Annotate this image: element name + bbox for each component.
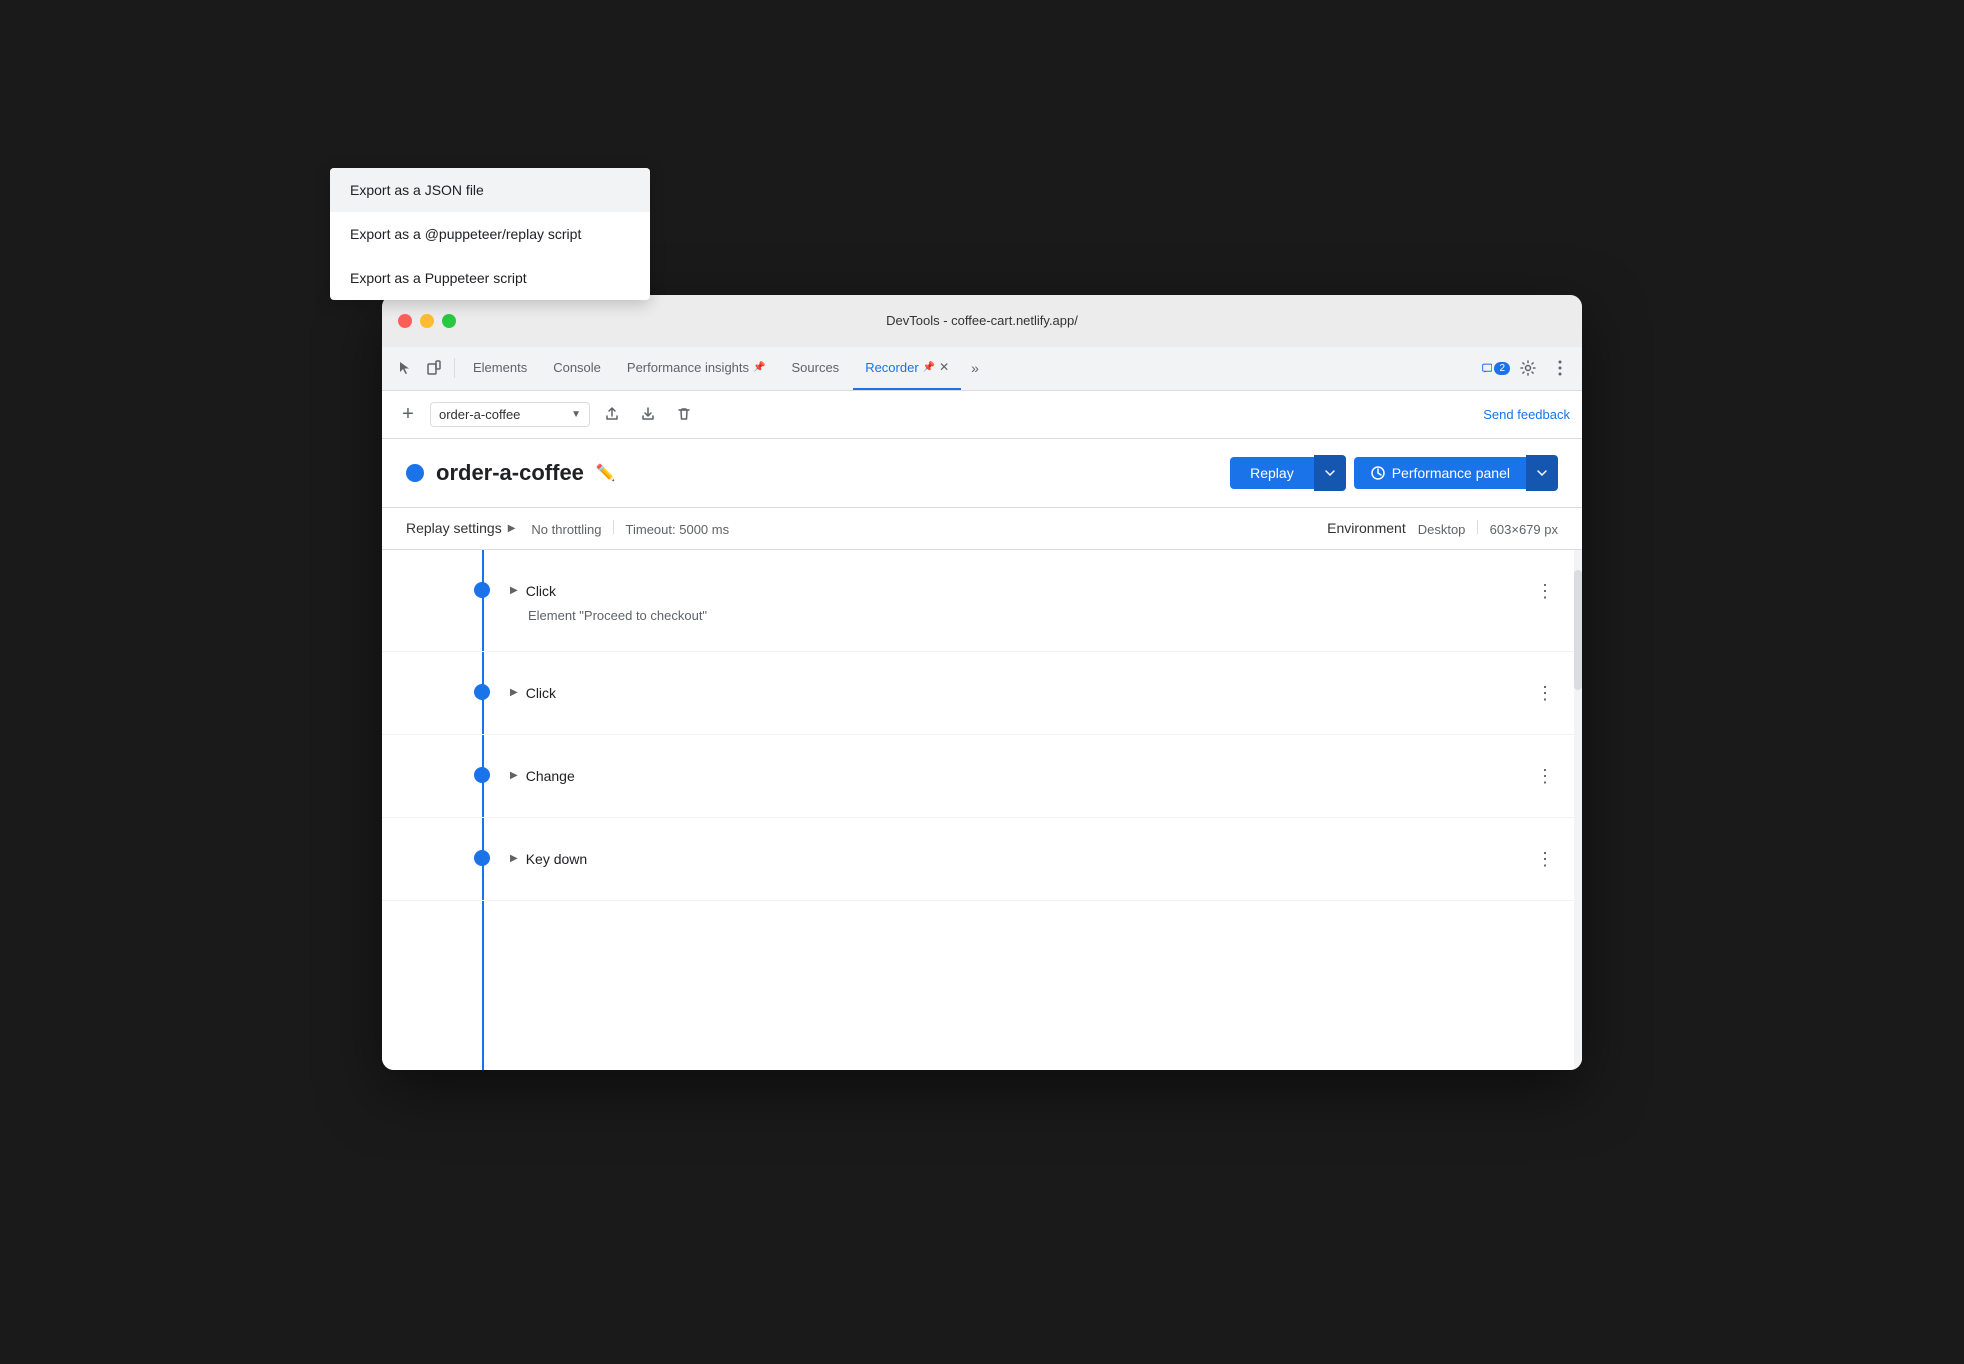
step-2: ▶ Click ⋮	[382, 652, 1582, 735]
recording-name: order-a-coffee	[439, 407, 565, 422]
performance-panel-button-group: Performance panel	[1354, 455, 1558, 491]
main-header: order-a-coffee ✏️ Replay	[382, 439, 1582, 508]
tab-more[interactable]: »	[963, 360, 987, 376]
scrollbar[interactable]	[1574, 550, 1582, 1070]
delete-button[interactable]	[670, 400, 698, 428]
step-dot-4	[474, 850, 490, 866]
performance-panel-button[interactable]: Performance panel	[1354, 457, 1526, 489]
replay-settings-toggle[interactable]: Replay settings ▶	[406, 520, 515, 536]
import-button[interactable]	[634, 400, 662, 428]
recording-selector[interactable]: order-a-coffee ▼	[430, 402, 590, 427]
cursor-icon[interactable]	[390, 354, 418, 382]
environment-label: Environment	[1327, 520, 1406, 536]
step-more-4[interactable]: ⋮	[1532, 846, 1558, 872]
scrollbar-thumb[interactable]	[1574, 570, 1582, 690]
tab-performance-insights[interactable]: Performance insights 📌	[615, 346, 778, 390]
replay-button[interactable]: Replay	[1230, 457, 1314, 489]
performance-panel-dropdown-button[interactable]	[1526, 455, 1558, 491]
step-dot-1	[474, 582, 490, 598]
step-header-4: ▶ Key down ⋮	[510, 846, 1558, 872]
maximize-button[interactable]	[442, 314, 456, 328]
step-dot-2	[474, 684, 490, 700]
replay-dropdown-button[interactable]	[1314, 455, 1346, 491]
step-content-4: ▶ Key down ⋮	[510, 846, 1558, 872]
traffic-lights	[398, 314, 456, 328]
window-title: DevTools - coffee-cart.netlify.app/	[886, 313, 1078, 328]
messages-badge: 2	[1494, 362, 1510, 375]
messages-button[interactable]: 2	[1482, 354, 1510, 382]
minimize-button[interactable]	[420, 314, 434, 328]
throttling-info: No throttling Timeout: 5000 ms	[531, 520, 729, 537]
step-content-2: ▶ Click ⋮	[510, 680, 1558, 706]
step-expand-3[interactable]: ▶	[510, 770, 518, 781]
environment-details: Desktop 603×679 px	[1418, 520, 1558, 537]
more-options-button[interactable]	[1546, 354, 1574, 382]
tab-elements[interactable]: Elements	[461, 346, 539, 390]
steps-container: ▶ Click ⋮ Element "Proceed to checkout" …	[382, 550, 1582, 1070]
step-content-3: ▶ Change ⋮	[510, 763, 1558, 789]
tab-right-actions: 2	[1482, 354, 1574, 382]
header-actions: Replay Performance panel	[1230, 455, 1558, 491]
step-name-3: Change	[526, 768, 575, 784]
tab-sources[interactable]: Sources	[779, 346, 851, 390]
close-button[interactable]	[398, 314, 412, 328]
pin-icon-perf: 📌	[753, 362, 765, 373]
recording-title: order-a-coffee	[436, 460, 584, 486]
step-expand-4[interactable]: ▶	[510, 853, 518, 864]
devtools-tab-bar: Elements Console Performance insights 📌 …	[382, 347, 1582, 391]
step-content-1: ▶ Click ⋮ Element "Proceed to checkout"	[510, 578, 1558, 623]
step-dot-3	[474, 767, 490, 783]
tab-recorder[interactable]: Recorder 📌 ✕	[853, 346, 961, 390]
step-name-4: Key down	[526, 851, 587, 867]
tab-console[interactable]: Console	[541, 346, 613, 390]
step-expand-1[interactable]: ▶	[510, 585, 518, 596]
selector-dropdown-arrow: ▼	[571, 409, 581, 420]
replay-settings-label: Replay settings	[406, 520, 502, 536]
tab-divider-1	[454, 358, 455, 378]
step-more-2[interactable]: ⋮	[1532, 680, 1558, 706]
env-divider	[1477, 520, 1478, 534]
step-header-3: ▶ Change ⋮	[510, 763, 1558, 789]
tab-close-recorder[interactable]: ✕	[939, 360, 949, 374]
export-dropdown-menu: Export as a JSON file Export as a @puppe…	[382, 295, 650, 301]
device-icon[interactable]	[420, 354, 448, 382]
send-feedback-link[interactable]: Send feedback	[1483, 407, 1570, 422]
add-recording-button[interactable]: +	[394, 400, 422, 428]
edit-name-icon[interactable]: ✏️	[596, 463, 616, 483]
step-1: ▶ Click ⋮ Element "Proceed to checkout"	[382, 550, 1582, 652]
step-more-1[interactable]: ⋮	[1532, 578, 1558, 604]
step-header-2: ▶ Click ⋮	[510, 680, 1558, 706]
step-3: ▶ Change ⋮	[382, 735, 1582, 818]
title-bar: DevTools - coffee-cart.netlify.app/	[382, 295, 1582, 347]
devtools-window: DevTools - coffee-cart.netlify.app/ Elem…	[382, 295, 1582, 1070]
settings-bar: Replay settings ▶ No throttling Timeout:…	[382, 508, 1582, 550]
step-detail-1: Element "Proceed to checkout"	[528, 608, 1558, 623]
environment-section: Environment Desktop 603×679 px	[1327, 520, 1558, 537]
step-more-3[interactable]: ⋮	[1532, 763, 1558, 789]
settings-arrow-icon: ▶	[508, 523, 516, 534]
step-header-1: ▶ Click ⋮	[510, 578, 1558, 604]
step-4: ▶ Key down ⋮	[382, 818, 1582, 901]
pin-icon-recorder: 📌	[923, 362, 935, 373]
recording-status-dot	[406, 464, 424, 482]
settings-divider	[613, 520, 614, 534]
step-name-2: Click	[526, 685, 556, 701]
step-expand-2[interactable]: ▶	[510, 687, 518, 698]
step-name-1: Click	[526, 583, 556, 599]
recorder-toolbar: + order-a-coffee ▼ Send feedback	[382, 391, 1582, 439]
export-button[interactable]	[598, 400, 626, 428]
replay-button-group: Replay	[1230, 455, 1346, 491]
export-puppeteer-item[interactable]: Export as a Puppeteer script	[382, 295, 650, 301]
settings-button[interactable]	[1514, 354, 1542, 382]
